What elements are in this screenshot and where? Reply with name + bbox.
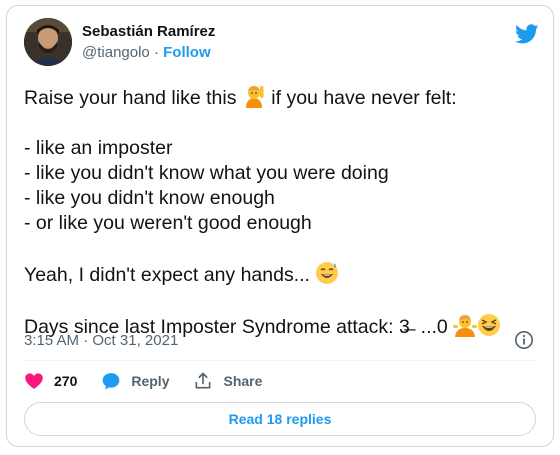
tweet-list-item: - or like you weren't good enough xyxy=(24,212,312,234)
sweat-smile-emoji xyxy=(316,262,339,284)
handle-separator: · xyxy=(153,44,159,61)
shrug-person-emoji xyxy=(453,315,478,337)
follow-button[interactable]: Follow xyxy=(163,44,211,61)
tweet-list-item: - like you didn't know what you were doi… xyxy=(24,162,389,184)
tweet-card: Sebastián Ramírez @tiangolo · Follow Rai… xyxy=(6,5,554,447)
share-label: Share xyxy=(223,373,263,389)
share-button[interactable]: Share xyxy=(193,371,262,391)
reply-button[interactable]: Reply xyxy=(101,371,169,391)
share-icon xyxy=(195,372,211,389)
heart-icon xyxy=(25,373,43,389)
read-replies-button[interactable]: Read 18 replies xyxy=(24,402,536,436)
like-button[interactable]: 270 xyxy=(24,371,77,391)
laughing-emoji xyxy=(478,314,501,336)
tweet-timestamp[interactable]: 3:15 AM · Oct 31, 2021 xyxy=(24,332,178,349)
tweet-line-intro: Raise your hand like this if you have ne… xyxy=(24,84,534,111)
avatar[interactable] xyxy=(24,18,72,66)
tweet-actions: 270 Reply Share xyxy=(24,371,286,391)
meta-separator: · xyxy=(83,332,89,349)
tweet-time[interactable]: 3:15 AM xyxy=(24,332,79,349)
tweet-line-hands: Yeah, I didn't expect any hands... xyxy=(24,261,534,288)
tweet-text: Raise your hand like this if you have ne… xyxy=(24,84,534,340)
reply-label: Reply xyxy=(131,373,170,389)
info-icon[interactable] xyxy=(514,330,534,350)
author-handle-line: @tiangolo · Follow xyxy=(82,44,211,61)
tweet-list-item: - like an imposter xyxy=(24,137,173,159)
author-name[interactable]: Sebastián Ramírez xyxy=(82,23,215,40)
divider xyxy=(24,360,536,361)
twitter-bird-icon[interactable] xyxy=(515,22,539,46)
raising-hand-emoji xyxy=(245,86,264,108)
like-count: 270 xyxy=(54,373,78,389)
author-handle[interactable]: @tiangolo xyxy=(82,44,150,61)
tweet-list-item: - like you didn't know enough xyxy=(24,187,275,209)
tweet-date[interactable]: Oct 31, 2021 xyxy=(92,332,178,349)
reply-bubble-icon xyxy=(103,373,120,390)
